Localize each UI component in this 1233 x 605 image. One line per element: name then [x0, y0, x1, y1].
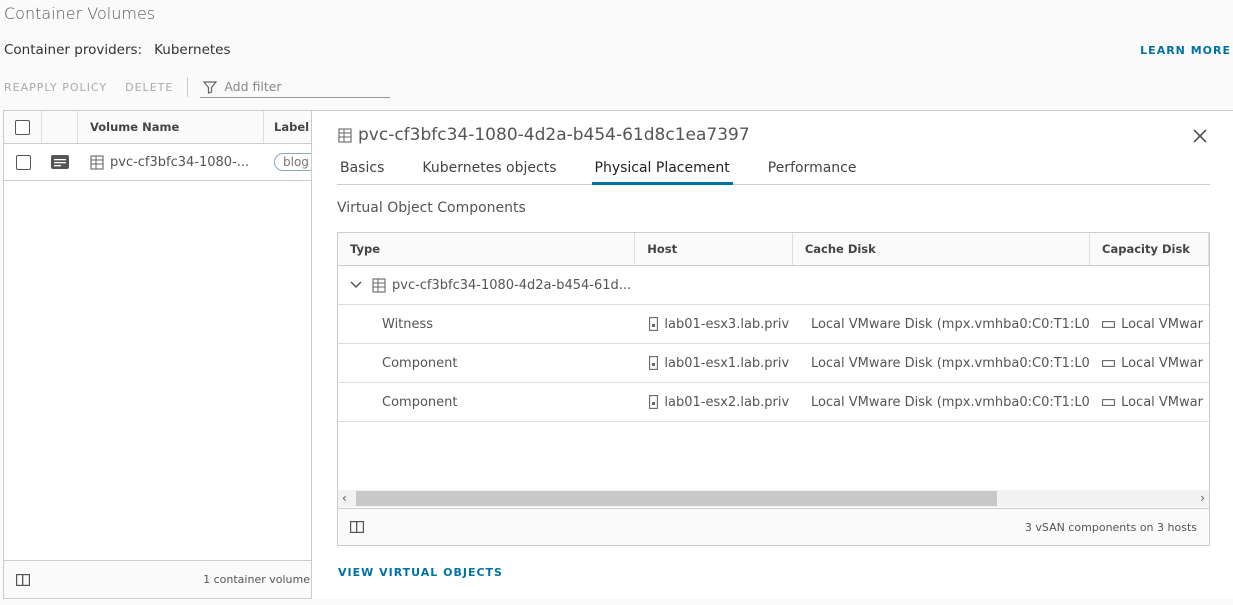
delete-button[interactable]: DELETE	[125, 81, 173, 94]
filter-box[interactable]	[200, 76, 391, 98]
table-row[interactable]: Component lab01-esx1.lab.priv Local VMwa…	[338, 344, 1209, 383]
cache-disk: Local VMware Disk (mpx.vmhba0:C0:T1:L0)	[810, 316, 1091, 332]
filter-input[interactable]	[224, 79, 385, 94]
column-capacity-disk[interactable]: Capacity Disk	[1090, 233, 1209, 265]
column-cache-disk[interactable]: Cache Disk	[793, 233, 1091, 265]
host-icon	[649, 395, 659, 409]
host-name[interactable]: lab01-esx2.lab.priv	[664, 395, 789, 410]
volumes-grid: Volume Name Label pvc-cf3bfc34-1080-... …	[3, 110, 323, 599]
grid-footer: 1 container volume	[4, 560, 322, 598]
column-toggle-icon[interactable]	[350, 521, 364, 533]
tab-bar: Basics Kubernetes objects Physical Place…	[337, 158, 1210, 185]
grid-header: Volume Name Label	[4, 111, 322, 144]
host-icon	[649, 356, 659, 370]
container-providers: Container providers: Kubernetes	[4, 42, 231, 58]
tab-basics[interactable]: Basics	[337, 158, 387, 185]
horizontal-scrollbar[interactable]: ‹ ›	[338, 490, 1209, 507]
object-name: pvc-cf3bfc34-1080-4d2a-b454-61d...	[392, 277, 632, 293]
host-name[interactable]: lab01-esx1.lab.priv	[664, 356, 789, 371]
host-icon	[649, 317, 659, 331]
capacity-disk: Local VMwar	[1121, 355, 1203, 371]
row-checkbox[interactable]	[15, 154, 31, 170]
table-row[interactable]: pvc-cf3bfc34-1080-4d2a-b454-61d... (	[338, 266, 1209, 305]
scroll-left-icon[interactable]: ‹	[342, 491, 347, 505]
tab-physical-placement[interactable]: Physical Placement	[591, 158, 733, 185]
page-title: Container Volumes	[4, 4, 156, 23]
components-table: Type Host Cache Disk Capacity Disk pvc-c…	[337, 232, 1210, 546]
component-type: Component	[382, 355, 458, 371]
column-volume-name[interactable]: Volume Name	[78, 111, 264, 143]
components-header: Type Host Cache Disk Capacity Disk	[338, 233, 1209, 266]
volume-icon	[90, 154, 104, 170]
table-row[interactable]: Witness lab01-esx3.lab.priv Local VMware…	[338, 305, 1209, 344]
capacity-disk: Local VMwar	[1121, 394, 1203, 410]
detail-title: pvc-cf3bfc34-1080-4d2a-b454-61d8c1ea7397	[358, 125, 750, 145]
select-all-checkbox[interactable]	[15, 119, 30, 135]
components-footer: 3 vSAN components on 3 hosts	[338, 508, 1209, 545]
component-type: Witness	[382, 316, 434, 332]
providers-value: Kubernetes	[154, 42, 231, 58]
close-icon[interactable]	[1193, 129, 1207, 143]
toolbar: REAPPLY POLICY DELETE	[4, 76, 391, 98]
component-count: 3 vSAN components on 3 hosts	[1024, 520, 1197, 534]
column-host[interactable]: Host	[635, 233, 793, 265]
detail-icon[interactable]	[51, 155, 69, 169]
tab-performance[interactable]: Performance	[765, 158, 860, 185]
capacity-disk: Local VMwar	[1121, 316, 1203, 332]
volume-icon	[338, 127, 352, 143]
component-type: Component	[382, 394, 458, 410]
volume-icon	[372, 277, 386, 293]
volume-count: 1 container volume	[203, 573, 310, 586]
providers-label: Container providers:	[4, 42, 143, 58]
column-label[interactable]: Label	[264, 111, 309, 143]
column-toggle-icon[interactable]	[16, 573, 30, 586]
tab-kubernetes-objects[interactable]: Kubernetes objects	[419, 158, 559, 185]
view-virtual-objects-link[interactable]: VIEW VIRTUAL OBJECTS	[338, 566, 503, 579]
volume-name[interactable]: pvc-cf3bfc34-1080-...	[110, 155, 249, 170]
cache-disk: Local VMware Disk (mpx.vmhba0:C0:T1:L0)	[810, 355, 1091, 371]
filter-icon	[203, 80, 218, 94]
scroll-right-icon[interactable]: ›	[1200, 491, 1205, 505]
chevron-down-icon[interactable]	[350, 281, 362, 289]
toolbar-divider	[187, 77, 189, 97]
table-row[interactable]: pvc-cf3bfc34-1080-... blog	[4, 144, 322, 181]
cache-disk: Local VMware Disk (mpx.vmhba0:C0:T1:L0)	[810, 394, 1091, 410]
learn-more-link[interactable]: LEARN MORE	[1140, 44, 1231, 57]
disk-icon	[1102, 320, 1116, 328]
host-name[interactable]: lab01-esx3.lab.priv	[664, 317, 789, 332]
disk-icon	[1102, 359, 1116, 367]
detail-panel: pvc-cf3bfc34-1080-4d2a-b454-61d8c1ea7397…	[311, 110, 1233, 599]
reapply-policy-button[interactable]: REAPPLY POLICY	[4, 81, 107, 94]
table-row[interactable]: Component lab01-esx2.lab.priv Local VMwa…	[338, 383, 1209, 422]
disk-icon	[1102, 398, 1116, 406]
scroll-thumb[interactable]	[356, 491, 997, 506]
column-type[interactable]: Type	[338, 233, 636, 265]
section-title: Virtual Object Components	[337, 200, 526, 216]
